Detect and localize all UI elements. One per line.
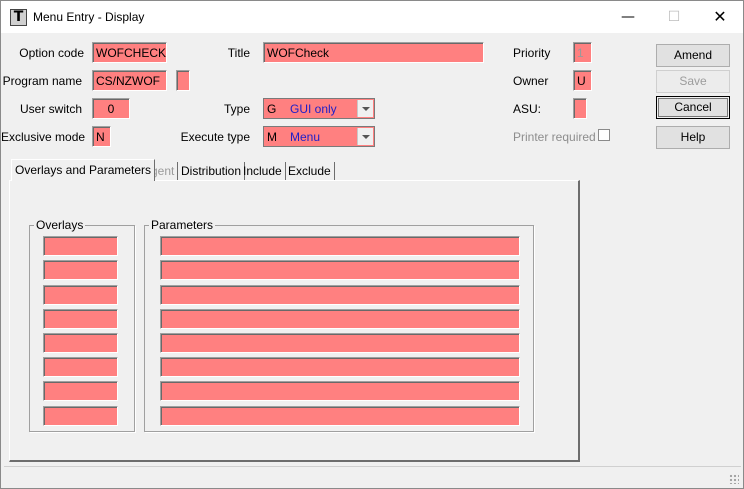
save-button[interactable]: Save [656,70,730,93]
overlay-field-7[interactable] [43,381,118,401]
tab-distribution[interactable]: Distribution [178,162,246,181]
overlay-field-5[interactable] [43,333,118,353]
parameter-field-5[interactable] [160,333,520,353]
overlays-group: Overlays [29,218,135,432]
execute-type-code: M [267,130,277,144]
parameter-field-1[interactable] [160,236,520,256]
tab-include[interactable]: Include [240,162,286,181]
parameter-field-6[interactable] [160,357,520,377]
asu-field[interactable] [573,98,587,119]
chevron-down-icon[interactable] [357,100,373,117]
minimize-button[interactable]: — [605,1,651,33]
program-name-suffix-field[interactable] [176,70,190,91]
printer-required-checkbox[interactable] [598,129,610,141]
type-text: GUI only [290,102,337,116]
title-field[interactable]: WOFCheck [263,42,484,63]
chevron-down-icon[interactable] [357,128,373,145]
app-icon: T [10,9,27,26]
type-label: Type [223,102,250,116]
tab-panel: Overlays Parameters [9,180,580,462]
exclusive-mode-field[interactable]: N [92,126,111,147]
overlay-field-3[interactable] [43,285,118,305]
program-name-field[interactable]: CS/NZWOF [92,70,167,91]
priority-label: Priority [513,46,551,60]
type-code: G [267,102,277,116]
parameter-field-4[interactable] [160,309,520,329]
type-dropdown[interactable]: G GUI only [263,98,375,119]
owner-label: Owner [513,74,549,88]
close-button[interactable]: ✕ [697,1,743,33]
parameter-field-7[interactable] [160,381,520,401]
window-title: Menu Entry - Display [33,10,145,24]
option-code-label: Option code [19,46,84,60]
tab-overlays-and-parameters[interactable]: Overlays and Parameters [11,159,156,181]
parameter-field-2[interactable] [160,260,520,280]
amend-button[interactable]: Amend [656,44,730,67]
execute-type-dropdown[interactable]: M Menu [263,126,375,147]
status-bar [4,466,741,486]
overlay-field-1[interactable] [43,236,118,256]
parameter-field-8[interactable] [160,406,520,426]
tab-exclude[interactable]: Exclude [285,162,335,181]
parameters-group: Parameters [144,218,534,432]
user-switch-label: User switch [19,102,82,116]
printer-required-label: Printer required [513,130,596,144]
exclusive-mode-label: Exclusive mode [1,130,86,144]
execute-type-text: Menu [290,130,321,144]
parameters-group-title: Parameters [149,218,216,232]
asu-label: ASU: [513,102,542,116]
parameter-field-3[interactable] [160,285,520,305]
help-button[interactable]: Help [656,126,730,149]
program-name-label: Program name [2,74,82,88]
cancel-button[interactable]: Cancel [656,96,730,119]
maximize-button[interactable]: ☐ [651,1,697,33]
execute-type-label: Execute type [180,130,250,144]
owner-field[interactable]: U [573,70,592,91]
overlay-field-6[interactable] [43,357,118,377]
overlay-field-2[interactable] [43,260,118,280]
overlay-field-8[interactable] [43,406,118,426]
user-switch-field[interactable]: 0 [92,98,130,119]
menu-entry-window: T Menu Entry - Display — ☐ ✕ Option code… [0,0,744,489]
title-label: Title [227,46,250,60]
resize-grip-icon[interactable] [729,474,739,484]
priority-field[interactable]: 1 [573,42,592,63]
overlays-group-title: Overlays [34,218,86,232]
option-code-field[interactable]: WOFCHECK [92,42,167,63]
title-bar: T Menu Entry - Display — ☐ ✕ [1,1,743,33]
overlay-field-4[interactable] [43,309,118,329]
